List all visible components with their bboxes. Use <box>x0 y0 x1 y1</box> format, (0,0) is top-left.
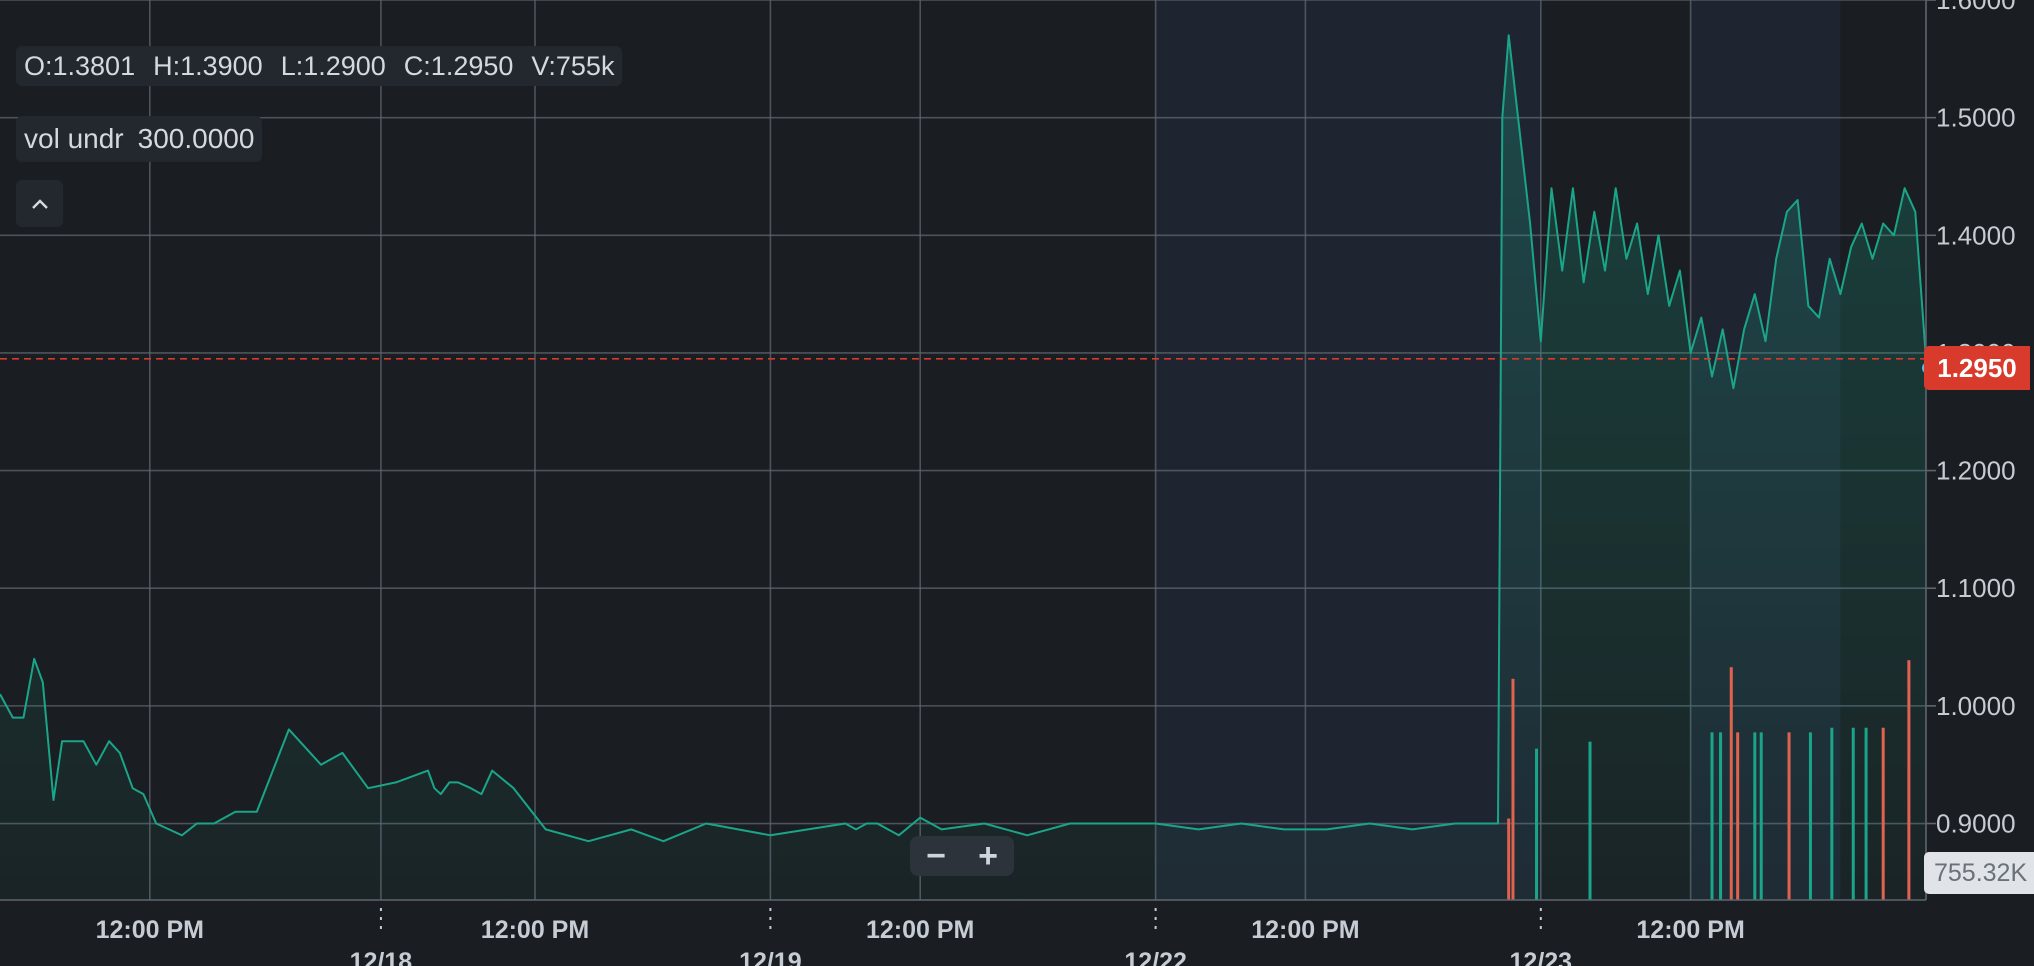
ohlc-open: O:1.3801 <box>24 50 136 81</box>
y-tick-label: 1.5000 <box>1936 103 2016 133</box>
chevron-up-icon <box>31 198 48 209</box>
volume-bar <box>1759 732 1763 900</box>
current-volume-badge: 755.32K <box>1924 852 2034 894</box>
current-price-badge: 1.2950 <box>1924 346 2030 390</box>
price-area <box>0 35 1926 901</box>
x-tick-label: 12:00 PM <box>1636 916 1744 944</box>
ohlc-volume: V:755k <box>531 50 615 81</box>
ohlc-low: L:1.2900 <box>280 50 386 81</box>
volume-bar <box>1787 732 1791 900</box>
collapse-legend-button[interactable] <box>16 180 63 227</box>
volume-indicator-value: 300.0000 <box>137 123 255 154</box>
volume-bar <box>1507 818 1511 900</box>
x-tick-label: 12:00 PM <box>96 916 204 944</box>
volume-indicator-legend[interactable]: vol undr 300.0000 <box>16 116 263 162</box>
zoom-in-button[interactable]: + <box>978 836 998 876</box>
x-day-label: 12/23 <box>1510 948 1573 966</box>
y-tick-label: 0.9000 <box>1936 809 2016 839</box>
volume-bar <box>1864 727 1868 900</box>
x-tick-label: 12:00 PM <box>1251 916 1359 944</box>
volume-bar <box>1710 732 1714 900</box>
volume-bar <box>1907 660 1911 900</box>
ohlc-readout: O:1.3801 H:1.3900 L:1.2900 C:1.2950 V:75… <box>16 46 623 86</box>
volume-bar <box>1881 727 1885 900</box>
price-chart[interactable]: 1.60001.50001.40001.30001.20001.10001.00… <box>0 0 2034 966</box>
volume-bar <box>1588 741 1592 900</box>
volume-bar <box>1719 732 1723 900</box>
session-shade <box>1155 0 1541 900</box>
volume-bar <box>1535 748 1539 900</box>
volume-bar <box>1830 727 1834 900</box>
volume-bar <box>1736 732 1740 900</box>
x-day-label: 12/22 <box>1124 948 1187 966</box>
zoom-out-button[interactable]: − <box>926 836 946 876</box>
volume-bar <box>1808 732 1812 900</box>
zoom-control[interactable]: − + <box>910 836 1014 876</box>
x-day-label: 12/19 <box>739 948 802 966</box>
volume-bar <box>1851 727 1855 900</box>
chart-root[interactable]: 1.60001.50001.40001.30001.20001.10001.00… <box>0 0 2034 966</box>
y-tick-label: 1.1000 <box>1936 573 2016 603</box>
x-tick-label: 12:00 PM <box>481 916 589 944</box>
y-tick-label: 1.2000 <box>1936 456 2016 486</box>
y-tick-label: 1.6000 <box>1936 0 2016 15</box>
y-tick-label: 1.0000 <box>1936 691 2016 721</box>
y-tick-label: 1.4000 <box>1936 220 2016 250</box>
ohlc-close: C:1.2950 <box>403 50 514 81</box>
volume-bar <box>1753 732 1757 900</box>
ohlc-high: H:1.3900 <box>153 50 263 81</box>
x-day-label: 12/18 <box>350 948 413 966</box>
volume-indicator-label: vol undr <box>24 123 124 154</box>
volume-bar <box>1511 678 1515 900</box>
volume-bar <box>1729 667 1733 900</box>
x-tick-label: 12:00 PM <box>866 916 974 944</box>
